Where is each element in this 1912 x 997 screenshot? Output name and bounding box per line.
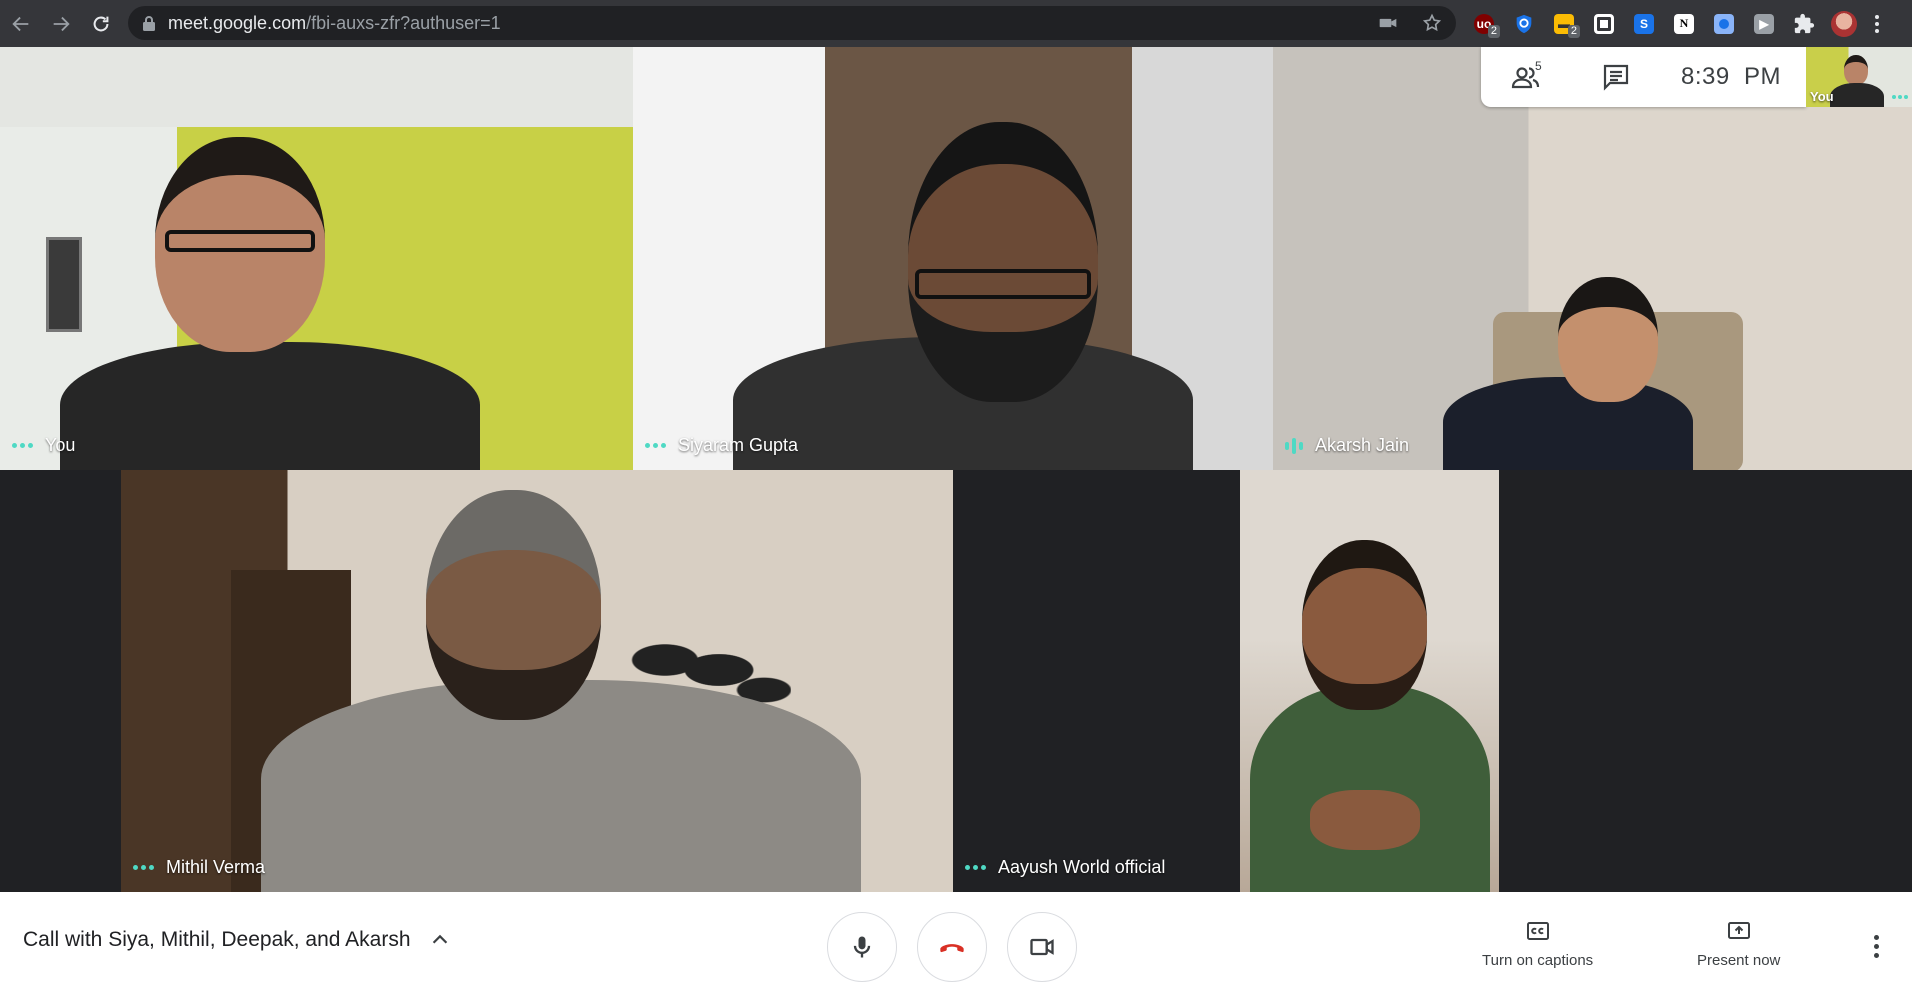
present-now-button[interactable]: Present now (1697, 918, 1780, 969)
self-view-body (1830, 83, 1884, 107)
window-extension-icon[interactable] (1590, 10, 1618, 38)
extension-badge: 2 (1567, 24, 1580, 38)
chrome-menu-icon[interactable] (1870, 10, 1884, 38)
person-head (1558, 277, 1658, 402)
background-wall (0, 47, 633, 127)
microphone-icon (853, 936, 871, 958)
notion-extension-icon[interactable]: N (1670, 10, 1698, 38)
screenshot-extension-icon[interactable] (1710, 10, 1738, 38)
person-body (1250, 685, 1490, 892)
shield-extension-icon[interactable] (1510, 10, 1538, 38)
ublock-extension-icon[interactable]: uo 2 (1470, 10, 1500, 38)
self-view-label: You (1810, 89, 1834, 104)
address-bar[interactable]: meet.google.com/fbi-auxs-zfr?authuser=1 (128, 6, 1456, 40)
participant-label: Mithil Verma (133, 857, 265, 878)
participant-label: Akarsh Jain (1285, 435, 1409, 456)
chat-button[interactable] (1571, 47, 1661, 107)
participant-name: You (45, 435, 76, 455)
audio-dots-icon (645, 443, 666, 448)
participants-button[interactable]: 5 (1481, 47, 1571, 107)
person-glasses (165, 230, 315, 252)
reload-icon (93, 16, 109, 31)
participant-tile-mithil-verma[interactable]: Mithil Verma (121, 470, 953, 892)
url-host: meet.google.com (168, 12, 307, 33)
present-screen-icon (1727, 922, 1750, 939)
puzzle-extensions-icon[interactable] (1790, 10, 1818, 38)
participant-label: Siyaram Gupta (645, 435, 798, 456)
back-button[interactable] (2, 5, 40, 43)
participant-name: Aayush World official (998, 857, 1166, 877)
chat-icon (1603, 64, 1629, 91)
speaking-indicator-icon (1285, 437, 1303, 455)
audio-dots-icon (133, 865, 154, 870)
meeting-info-panel: 5 8:39 PM (1481, 47, 1806, 107)
arrow-right-icon (53, 16, 70, 31)
meeting-clock: 8:39 PM (1681, 63, 1782, 90)
participant-count: 5 (1535, 59, 1542, 73)
participant-name: Siyaram Gupta (678, 435, 799, 455)
participant-name: Mithil Verma (166, 857, 266, 877)
audio-dots-icon (12, 443, 33, 448)
s-extension-icon[interactable]: S (1630, 10, 1658, 38)
call-controls-bar: Call with Siya, Mithil, Deepak, and Akar… (0, 892, 1912, 997)
more-options-icon[interactable] (1864, 926, 1888, 966)
person-body (1443, 377, 1693, 470)
person-body (261, 680, 861, 892)
participant-name: Akarsh Jain (1315, 435, 1410, 455)
person-head (1302, 540, 1427, 710)
bookmark-star-icon[interactable] (1422, 13, 1442, 33)
camera-in-use-icon[interactable] (1378, 13, 1398, 33)
participant-tile-aayush-world-official[interactable]: Aayush World official (953, 470, 1240, 892)
leave-call-button[interactable] (917, 912, 987, 982)
forward-button[interactable] (42, 5, 80, 43)
self-view-audio-dots-icon (1892, 95, 1908, 99)
microphone-button[interactable] (827, 912, 897, 982)
wall-frame (46, 237, 82, 332)
present-label: Present now (1697, 952, 1781, 969)
meeting-details-toggle[interactable]: Call with Siya, Mithil, Deepak, and Akar… (23, 928, 451, 952)
closed-captions-icon (1526, 922, 1549, 940)
self-view-head (1844, 55, 1868, 85)
participant-tile-video[interactable] (1240, 470, 1499, 892)
video-camera-icon (1030, 938, 1054, 956)
participant-label: You (12, 435, 75, 456)
browser-toolbar: meet.google.com/fbi-auxs-zfr?authuser=1 … (0, 0, 1912, 47)
video-grid: You Siyaram Gupta Akarsh Jain Mithil Ver… (0, 47, 1912, 892)
url-text: meet.google.com/fbi-auxs-zfr?authuser=1 (168, 13, 501, 34)
participant-label: Aayush World official (965, 857, 1165, 878)
play-extension-icon[interactable]: ▶ (1750, 10, 1778, 38)
participant-tile-you[interactable]: You (0, 47, 633, 470)
chevron-up-icon (432, 934, 447, 944)
participant-tile-akarsh-jain[interactable]: Akarsh Jain (1273, 47, 1912, 470)
arrow-left-icon (12, 16, 29, 31)
captions-button[interactable]: Turn on captions (1482, 918, 1593, 969)
audio-dots-icon (965, 865, 986, 870)
person-hands (1310, 790, 1420, 850)
profile-avatar[interactable] (1830, 10, 1858, 38)
meeting-title: Call with Siya, Mithil, Deepak, and Akar… (23, 928, 411, 951)
notes-extension-icon[interactable]: ▬ 2 (1550, 10, 1580, 38)
person-glasses (915, 269, 1091, 299)
person-head (908, 122, 1098, 402)
person-head (426, 490, 601, 720)
person-body (60, 342, 480, 470)
url-path: /fbi-auxs-zfr?authuser=1 (306, 12, 501, 33)
hang-up-icon (940, 944, 964, 953)
camera-button[interactable] (1007, 912, 1077, 982)
participant-tile-siyaram-gupta[interactable]: Siyaram Gupta (633, 47, 1273, 470)
lock-icon (142, 15, 156, 31)
extension-badge: 2 (1487, 24, 1500, 38)
self-view-thumbnail[interactable]: You (1806, 47, 1912, 107)
reload-button[interactable] (82, 5, 120, 43)
captions-label: Turn on captions (1482, 952, 1594, 969)
